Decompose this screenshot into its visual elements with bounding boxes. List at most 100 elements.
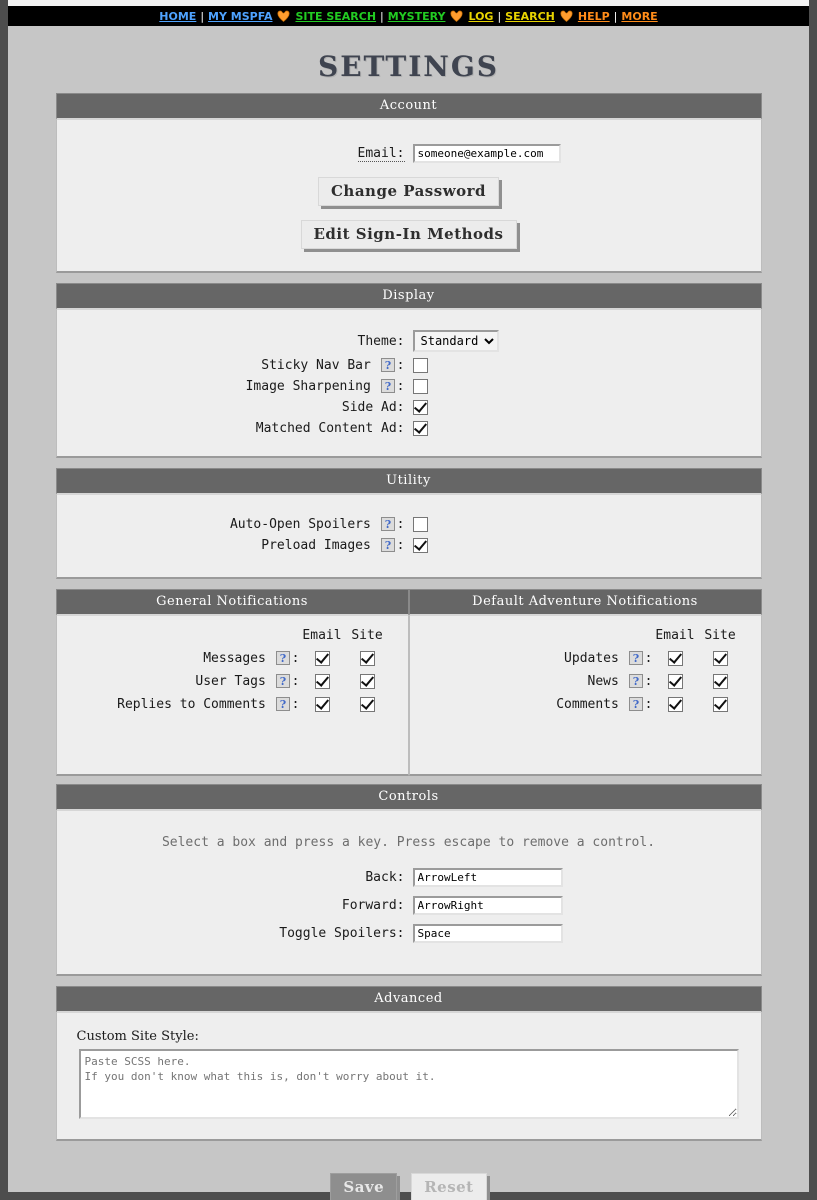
side-ad-checkbox[interactable] [412,400,428,415]
news-site-checkbox[interactable] [712,674,728,689]
nav-link-help[interactable]: HELP [577,10,611,23]
auto-open-spoilers-checkbox[interactable] [412,517,428,532]
controls-instructions: Select a box and press a key. Press esca… [161,835,656,850]
section-utility: Utility Auto-Open Spoilers ? : Preload I… [55,468,762,579]
side-ad-control [412,400,723,415]
nav-separator: | [497,9,502,23]
section-display: Display Theme: Standard Sticky Nav Bar ?… [55,283,762,458]
help-icon[interactable]: ? [275,674,290,688]
help-icon[interactable]: ? [380,358,395,372]
section-body-utility: Auto-Open Spoilers ? : Preload Images ? … [55,495,762,579]
section-body-advanced: Custom Site Style: [55,1013,762,1141]
notification-row-messages: Messages ? : [57,651,408,666]
email-field[interactable] [412,144,561,163]
svg-text:?: ? [384,518,390,531]
section-account: Account Email: Change Password Edit Sign… [55,93,762,273]
image-sharpening-row: Image Sharpening ? : [57,379,761,394]
theme-label: Theme: [357,333,405,349]
user-tags-site-checkbox[interactable] [359,674,375,689]
updates-site-cell [698,651,743,666]
control-row-forward: Forward: [57,896,761,915]
control-field-forward[interactable] [412,896,563,915]
control-label-back: Back: [365,870,405,885]
nav-link-my-mspfa[interactable]: MY MSPFA [207,10,273,23]
svg-text:?: ? [279,675,285,688]
nav-link-search[interactable]: SEARCH [504,10,556,23]
image-sharpening-label: Image Sharpening ? : [245,379,405,394]
user-tags-email-checkbox[interactable] [314,674,330,689]
custom-site-style-textarea[interactable] [78,1049,739,1119]
preload-images-control [412,538,723,553]
comments-email-cell [653,697,698,712]
help-icon[interactable]: ? [380,538,395,552]
matched-content-ad-checkbox[interactable] [412,421,428,436]
nav-link-site-search[interactable]: SITE SEARCH [294,10,377,23]
control-field-toggle-spoilers[interactable] [412,924,563,943]
email-row: Email: [57,144,761,163]
comments-site-checkbox[interactable] [712,697,728,712]
matched-content-ad-row: Matched Content Ad: [57,421,761,436]
comments-email-checkbox[interactable] [667,697,683,712]
comments-site-cell [698,697,743,712]
preload-images-label: Preload Images ? : [261,538,405,553]
svg-text:?: ? [632,675,638,688]
section-body-controls: Select a box and press a key. Press esca… [55,811,762,976]
news-email-checkbox[interactable] [667,674,683,689]
messages-site-cell [345,651,390,666]
reset-button[interactable]: Reset [411,1173,487,1200]
change-password-button[interactable]: Change Password [317,177,500,206]
svg-text:?: ? [384,380,390,393]
replies-email-checkbox[interactable] [314,697,330,712]
save-button[interactable]: Save [330,1173,398,1200]
user-tags-site-cell [345,674,390,689]
preload-images-checkbox[interactable] [412,538,428,553]
help-icon[interactable]: ? [275,651,290,665]
svg-text:?: ? [384,539,390,552]
theme-control: Standard [412,330,723,352]
help-icon[interactable]: ? [628,651,643,665]
replies-email-cell [300,697,345,712]
section-body-general-notifications: Email Site Messages ? : User Tags ?: Re… [55,616,409,776]
svg-text:?: ? [632,698,638,711]
sticky-nav-control [412,358,723,373]
nav-link-log[interactable]: LOG [467,10,494,23]
control-field-back[interactable] [412,868,563,887]
user-tags-email-cell [300,674,345,689]
matched-content-ad-label: Matched Content Ad: [255,421,405,436]
heart-icon [277,10,290,22]
section-heading-general-notifications: General Notifications [55,589,409,616]
side-ad-label: Side Ad: [341,400,405,415]
news-email-cell [653,674,698,689]
help-icon[interactable]: ? [628,674,643,688]
control-row-toggle-spoilers: Toggle Spoilers: [57,924,761,943]
nav-link-home[interactable]: HOME [158,10,197,23]
sticky-nav-checkbox[interactable] [412,358,428,373]
help-icon[interactable]: ? [275,697,290,711]
edit-sign-in-methods-button[interactable]: Edit Sign-In Methods [300,220,517,249]
column-header-site: Site [704,628,736,643]
notification-row-updates: Updates ? : [410,651,761,666]
nav-link-more[interactable]: MORE [620,10,658,23]
notification-row-comments: Comments ? : [410,697,761,712]
messages-email-checkbox[interactable] [314,651,330,666]
notifications-columns: General Notifications Email Site Message… [55,589,762,776]
updates-site-checkbox[interactable] [712,651,728,666]
help-icon[interactable]: ? [380,517,395,531]
theme-row: Theme: Standard [57,330,761,352]
nav-link-mystery[interactable]: MYSTERY [387,10,447,23]
replies-site-checkbox[interactable] [359,697,375,712]
control-label-forward: Forward: [341,898,405,913]
updates-email-checkbox[interactable] [667,651,683,666]
auto-open-spoilers-row: Auto-Open Spoilers ? : [57,517,761,532]
theme-select[interactable]: Standard [412,330,499,352]
help-icon[interactable]: ? [628,697,643,711]
control-field-forward-wrap [412,896,723,915]
help-icon[interactable]: ? [380,379,395,393]
image-sharpening-checkbox[interactable] [412,379,428,394]
messages-site-checkbox[interactable] [359,651,375,666]
section-advanced: Advanced Custom Site Style: [55,986,762,1141]
section-body-account: Email: Change Password Edit Sign-In Meth… [55,120,762,273]
